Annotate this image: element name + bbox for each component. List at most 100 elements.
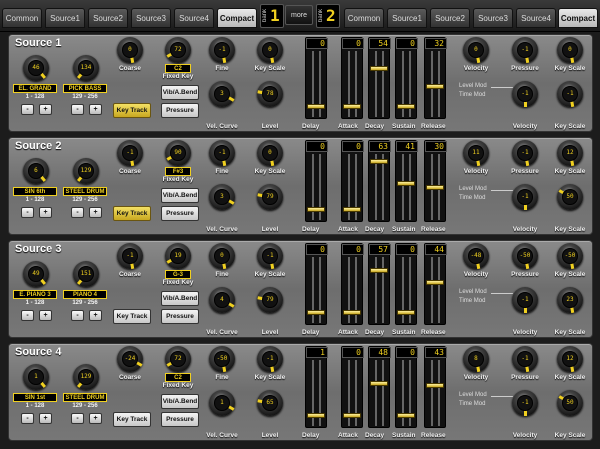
tab-common-right[interactable]: Common [344,8,384,28]
level-mod-key-scale-knob[interactable]: -50 [557,243,583,270]
fixed-key-knob[interactable]: 19 [165,243,191,269]
level-mod-key-scale-knob[interactable]: 0 [557,37,583,64]
key-track-button[interactable]: Key Track [113,103,151,118]
wave2-plus-button[interactable]: + [89,104,102,115]
fader-handle[interactable] [426,185,444,190]
tab-source3-left[interactable]: Source3 [131,8,171,28]
bank-selector-right[interactable]: bank 2 [316,4,340,28]
wave1-plus-button[interactable]: + [39,104,52,115]
level-mod-pressure-knob[interactable]: -1 [512,37,538,64]
coarse-knob[interactable]: 0 [117,37,143,64]
time-mod-key-scale-knob[interactable]: -1 [557,81,583,108]
pressure-button[interactable]: Pressure [161,206,199,221]
tab-source1-left[interactable]: Source1 [45,8,85,28]
tab-compact-left[interactable]: Compact [217,8,257,28]
vel-curve-knob[interactable]: 4 [209,287,235,313]
envelope-decay-fader[interactable]: 63 [368,140,391,222]
level-knob[interactable]: 79 [256,184,283,210]
time-mod-key-scale-knob[interactable]: 23 [557,287,583,314]
level-mod-pressure-knob[interactable]: -1 [512,346,538,373]
tab-source4-left[interactable]: Source4 [174,8,214,28]
envelope-sustain-fader[interactable]: 0 [395,243,418,325]
envelope-release-fader[interactable]: 44 [424,243,447,325]
envelope-attack-fader[interactable]: 0 [341,140,364,222]
wave1-knob[interactable]: 46 [23,55,49,81]
fader-handle[interactable] [307,104,325,109]
key-track-button[interactable]: Key Track [113,206,151,221]
tab-compact-right[interactable]: Compact [558,8,598,28]
envelope-attack-fader[interactable]: 0 [341,346,364,428]
tab-source1-right[interactable]: Source1 [387,8,427,28]
level-mod-pressure-knob[interactable]: -1 [512,140,538,167]
wave2-knob[interactable]: 129 [73,364,99,390]
wave1-plus-button[interactable]: + [39,413,52,424]
pressure-button[interactable]: Pressure [161,103,199,118]
coarse-knob[interactable]: -1 [117,243,143,270]
key-scale-knob[interactable]: -1 [257,243,283,270]
fader-handle[interactable] [370,268,388,273]
fader-handle[interactable] [397,181,415,186]
fader-handle[interactable] [343,207,361,212]
bank-selector-left[interactable]: bank 1 [260,4,284,28]
envelope-sustain-fader[interactable]: 0 [395,346,418,428]
fader-handle[interactable] [343,104,361,109]
wave2-minus-button[interactable]: - [71,104,84,115]
time-mod-velocity-knob[interactable]: -1 [512,390,538,416]
vib-abend-button[interactable]: Vib/A.Bend [161,85,199,100]
level-mod-velocity-knob[interactable]: 0 [463,37,489,64]
envelope-delay-fader[interactable]: 0 [305,37,328,119]
fine-knob[interactable]: -1 [209,37,235,64]
tab-source4-right[interactable]: Source4 [516,8,556,28]
vib-abend-button[interactable]: Vib/A.Bend [161,188,199,203]
wave1-plus-button[interactable]: + [39,310,52,321]
time-mod-velocity-knob[interactable]: -1 [512,287,538,313]
wave1-knob[interactable]: 49 [23,261,49,287]
envelope-delay-fader[interactable]: 0 [305,243,328,325]
fader-handle[interactable] [397,310,415,315]
wave2-knob[interactable]: 129 [73,158,99,184]
vib-abend-button[interactable]: Vib/A.Bend [161,291,199,306]
fader-handle[interactable] [397,104,415,109]
key-scale-knob[interactable]: -1 [257,346,283,373]
wave1-minus-button[interactable]: - [21,207,34,218]
fixed-key-knob[interactable]: 72 [165,37,191,63]
pressure-button[interactable]: Pressure [161,412,199,427]
wave1-knob[interactable]: 1 [23,364,49,390]
time-mod-key-scale-knob[interactable]: 50 [557,390,583,416]
wave1-plus-button[interactable]: + [39,207,52,218]
wave2-plus-button[interactable]: + [89,413,102,424]
tab-source2-right[interactable]: Source2 [430,8,470,28]
envelope-release-fader[interactable]: 43 [424,346,447,428]
tab-source2-left[interactable]: Source2 [88,8,128,28]
key-scale-knob[interactable]: 0 [257,140,283,167]
wave2-knob[interactable]: 151 [73,261,99,287]
envelope-decay-fader[interactable]: 54 [368,37,391,119]
fixed-key-knob[interactable]: 90 [165,140,191,166]
fader-handle[interactable] [370,381,388,386]
tab-common-left[interactable]: Common [2,8,42,28]
envelope-decay-fader[interactable]: 48 [368,346,391,428]
fader-handle[interactable] [307,413,325,418]
level-mod-velocity-knob[interactable]: 11 [463,140,489,167]
fader-handle[interactable] [397,413,415,418]
envelope-attack-fader[interactable]: 0 [341,243,364,325]
key-track-button[interactable]: Key Track [113,412,151,427]
fine-knob[interactable]: -50 [209,346,235,373]
envelope-release-fader[interactable]: 30 [424,140,447,222]
vel-curve-knob[interactable]: 3 [209,184,235,210]
fixed-key-knob[interactable]: 72 [165,346,191,372]
fader-handle[interactable] [426,280,444,285]
envelope-delay-fader[interactable]: 1 [305,346,328,428]
more-button[interactable]: more [285,5,313,25]
fader-handle[interactable] [343,310,361,315]
coarse-knob[interactable]: -24 [117,346,143,372]
coarse-knob[interactable]: -1 [117,140,143,167]
time-mod-velocity-knob[interactable]: -1 [512,184,538,210]
wave1-minus-button[interactable]: - [21,310,34,321]
level-mod-velocity-knob[interactable]: 8 [463,346,489,373]
wave1-minus-button[interactable]: - [21,413,34,424]
level-mod-velocity-knob[interactable]: -48 [463,243,489,270]
fine-knob[interactable]: 0 [209,243,235,270]
wave2-plus-button[interactable]: + [89,310,102,321]
vel-curve-knob[interactable]: 3 [209,81,235,107]
